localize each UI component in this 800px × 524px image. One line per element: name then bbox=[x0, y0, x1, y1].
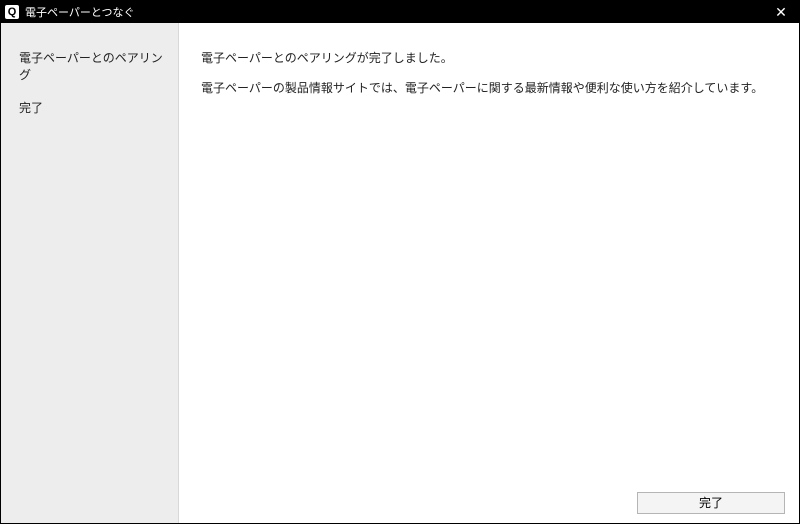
app-icon: Q bbox=[5, 5, 19, 19]
main-area: 電子ペーパーとのペアリング 完了 電子ペーパーとのペアリングが完了しました。 電… bbox=[1, 23, 799, 523]
sidebar: 電子ペーパーとのペアリング 完了 bbox=[1, 23, 179, 523]
sidebar-item-label: 完了 bbox=[19, 101, 43, 115]
finish-button[interactable]: 完了 bbox=[637, 492, 785, 514]
content-body: 電子ペーパーとのペアリングが完了しました。 電子ペーパーの製品情報サイトでは、電… bbox=[179, 23, 799, 481]
content-pane: 電子ペーパーとのペアリングが完了しました。 電子ペーパーの製品情報サイトでは、電… bbox=[179, 23, 799, 523]
sidebar-item-pairing[interactable]: 電子ペーパーとのペアリング bbox=[1, 41, 178, 91]
footer: 完了 bbox=[179, 481, 799, 523]
window-title: 電子ペーパーとつなぐ bbox=[25, 4, 767, 20]
titlebar: Q 電子ペーパーとつなぐ ✕ bbox=[1, 1, 799, 23]
message-line-2: 電子ペーパーの製品情報サイトでは、電子ペーパーに関する最新情報や便利な使い方を紹… bbox=[201, 79, 771, 97]
sidebar-item-label: 電子ペーパーとのペアリング bbox=[19, 51, 163, 82]
sidebar-item-complete[interactable]: 完了 bbox=[1, 91, 178, 124]
message-line-1: 電子ペーパーとのペアリングが完了しました。 bbox=[201, 49, 771, 67]
close-icon[interactable]: ✕ bbox=[767, 1, 795, 23]
